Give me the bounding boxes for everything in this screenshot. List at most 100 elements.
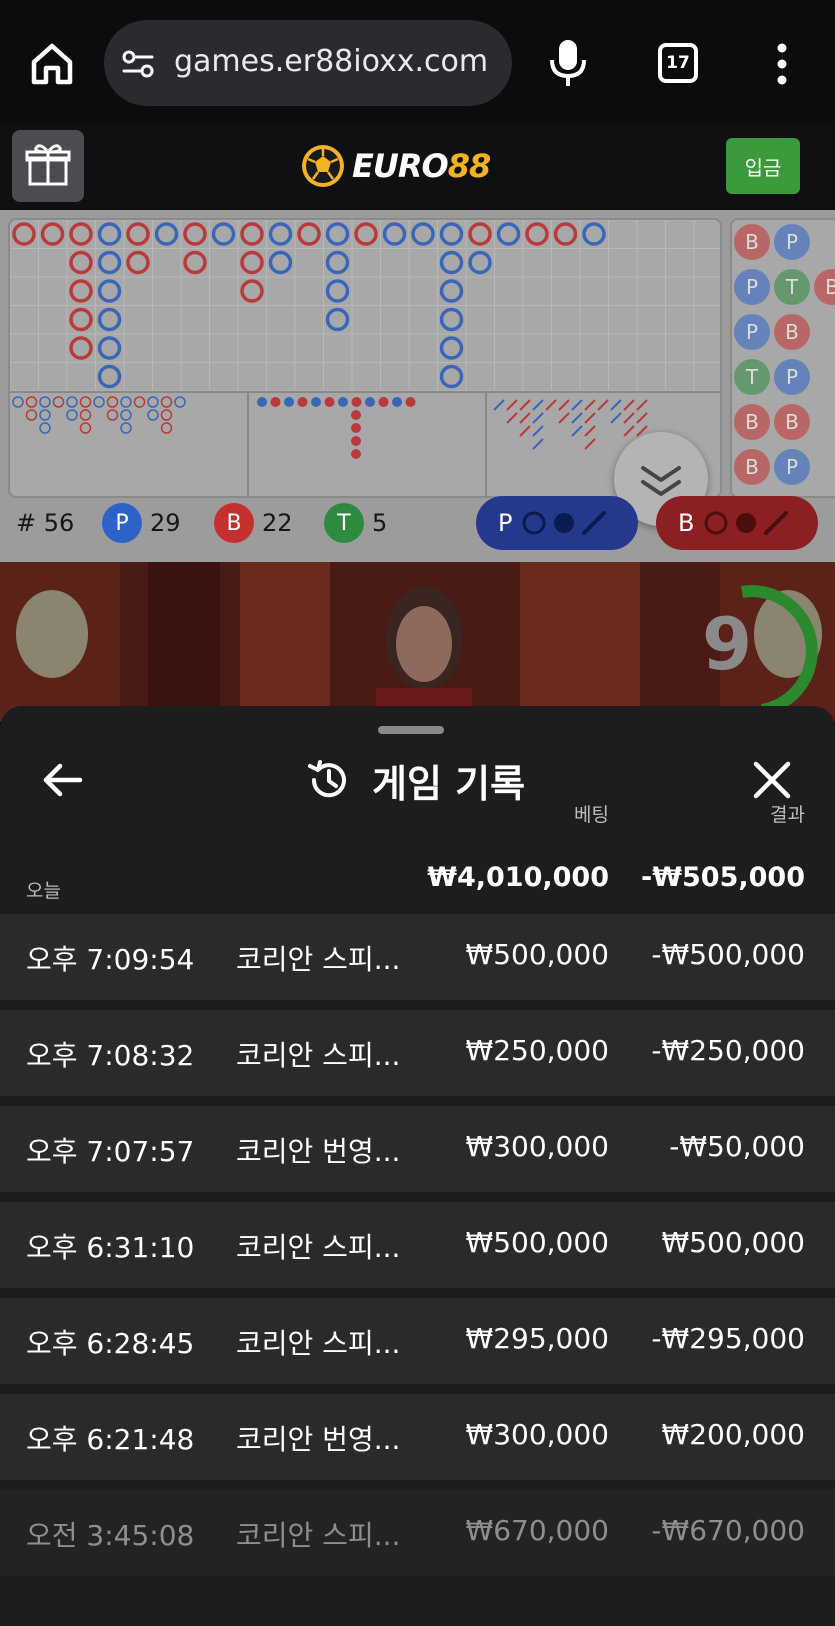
road-bead (325, 222, 350, 246)
road-bead (69, 279, 93, 303)
small-road-dot (351, 410, 361, 420)
small-road-dot (297, 397, 308, 407)
sheet-header: 게임 기록 (306, 750, 525, 810)
small-road-ring (39, 422, 51, 434)
road-bead (325, 250, 350, 275)
small-road-dot (351, 436, 361, 446)
column-header-bet: 베팅 (574, 804, 609, 826)
row-result: -₩500,000 (651, 938, 805, 971)
deposit-button[interactable]: 입금 (726, 138, 800, 194)
cockroach-mark (545, 399, 557, 411)
small-road-ring (93, 396, 105, 408)
euro88-logo[interactable]: EURO88 (300, 138, 491, 194)
cockroach-mark (506, 399, 518, 411)
road-bead (439, 364, 464, 389)
road-bead (126, 250, 150, 275)
row-time: 오후 6:28:45 (26, 1327, 195, 1360)
row-result: -₩295,000 (651, 1322, 805, 1355)
tie-stat: T 5 (324, 502, 387, 544)
road-bead (126, 222, 150, 246)
history-row[interactable]: 오후 6:21:48 코리안 번영... ₩300,000 ₩200,000 (0, 1394, 835, 1480)
road-bead (183, 222, 207, 246)
cockroach-mark (519, 399, 531, 411)
road-bead (69, 222, 93, 246)
row-time: 오후 7:09:54 (26, 943, 195, 976)
small-road-ring (160, 422, 173, 434)
small-road-dot (365, 397, 375, 407)
small-road-ring (174, 396, 186, 408)
history-row[interactable]: 오전 3:45:08 코리안 스피... ₩670,000 -₩670,000 (0, 1490, 835, 1576)
cockroach-mark (571, 412, 583, 424)
more-vert-icon[interactable] (770, 40, 794, 88)
sheet-grabber[interactable] (378, 726, 444, 734)
gift-button[interactable] (12, 130, 84, 202)
small-road-dot (392, 397, 402, 407)
column-header-result: 결과 (770, 804, 805, 826)
bead-label: P (786, 365, 798, 389)
road-bead (211, 222, 236, 246)
history-row[interactable]: 오후 7:09:54 코리안 스피... ₩500,000 -₩500,000 (0, 914, 835, 1000)
bead-road: BPPTBPBTPBBBP (730, 218, 835, 498)
small-road-ring (160, 409, 173, 421)
banker-predict-button[interactable]: B (656, 496, 818, 550)
player-predict-button[interactable]: P (476, 496, 638, 550)
road-bead (553, 222, 578, 246)
cockroach-mark (571, 399, 583, 411)
small-road-ring (66, 409, 78, 421)
row-game: 코리안 번영... (236, 1423, 401, 1456)
road-bead (12, 222, 36, 246)
url-text[interactable]: games.er88ioxx.com (174, 44, 488, 79)
small-road-dot (338, 397, 348, 407)
small-road-dot (405, 397, 416, 407)
bead-label: P (746, 275, 758, 299)
small-road-ring (133, 396, 146, 408)
row-bet: ₩300,000 (465, 1418, 609, 1451)
round-count: # 56 (16, 509, 75, 537)
road-bead (525, 222, 549, 246)
cockroach-mark (532, 399, 544, 411)
road-bead (97, 364, 122, 389)
close-icon[interactable] (750, 758, 794, 802)
road-bead (297, 222, 321, 246)
baccarat-scoreboard: BPPTBPBTPBBBP # 56 P 29 B 22 T 5 P (0, 210, 835, 562)
row-result: -₩250,000 (651, 1034, 805, 1067)
small-road-ring (106, 396, 119, 408)
player-stat: P 29 (102, 502, 181, 544)
history-icon (308, 760, 346, 798)
row-time: 오전 3:45:08 (26, 1519, 195, 1552)
small-road-ring (52, 396, 65, 408)
small-road-ring (106, 409, 119, 421)
home-icon[interactable] (28, 40, 76, 88)
row-game: 코리안 스피... (236, 1231, 401, 1264)
history-list: 오후 7:09:54 코리안 스피... ₩500,000 -₩500,000 … (0, 914, 835, 1586)
bead-label: B (745, 230, 759, 254)
history-row[interactable]: 오후 6:28:45 코리안 스피... ₩295,000 -₩295,000 (0, 1298, 835, 1384)
cockroach-mark (532, 425, 544, 437)
road-bead (97, 250, 122, 275)
predict-road-icons (704, 511, 789, 535)
tab-switcher-icon[interactable]: 17 (658, 43, 698, 83)
road-bead (69, 307, 93, 332)
back-arrow-icon[interactable] (40, 758, 84, 802)
road-bead (439, 336, 464, 360)
row-game: 코리안 스피... (236, 1039, 401, 1072)
history-row[interactable]: 오후 7:07:57 코리안 번영... ₩300,000 -₩50,000 (0, 1106, 835, 1192)
address-bar[interactable]: games.er88ioxx.com (104, 20, 512, 106)
road-bead (439, 279, 464, 303)
road-bead (468, 222, 492, 246)
road-bead (97, 307, 122, 332)
history-row[interactable]: 오후 7:08:32 코리안 스피... ₩250,000 -₩250,000 (0, 1010, 835, 1096)
bead-label: P (746, 320, 758, 344)
road-bead (439, 250, 464, 275)
site-settings-icon[interactable] (120, 46, 156, 82)
mic-icon[interactable] (548, 38, 588, 88)
row-time: 오후 7:07:57 (26, 1135, 195, 1168)
history-row[interactable]: 오후 6:31:10 코리안 스피... ₩500,000 ₩500,000 (0, 1202, 835, 1288)
date-group-label: 오늘 (26, 880, 61, 902)
small-road-dot (324, 397, 335, 407)
road-bead (69, 336, 93, 360)
small-road-dot (284, 397, 294, 407)
small-road-ring (79, 422, 92, 434)
banker-stat: B 22 (214, 502, 293, 544)
row-bet: ₩300,000 (465, 1130, 609, 1163)
